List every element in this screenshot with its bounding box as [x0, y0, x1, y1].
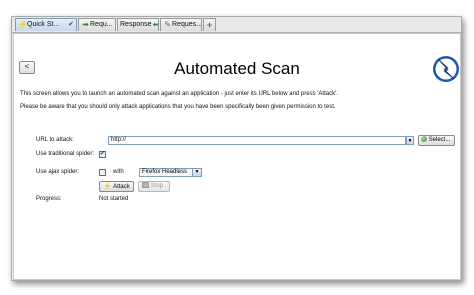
select-button[interactable]: Select...	[418, 135, 455, 146]
stop-button[interactable]: Stop	[138, 181, 170, 192]
progress-status: Not started	[99, 196, 129, 202]
checkmark-icon: ✔	[100, 151, 106, 157]
ajax-spider-label: Use ajax spider:	[36, 169, 80, 175]
tab-bar: ⚡Quick St... ✔ ➡Requ... Response⬅ ✎Reque…	[12, 17, 461, 33]
arrow-left-icon: ⬅	[152, 20, 159, 29]
url-label: URL to attack:	[36, 137, 74, 143]
traditional-spider-label: Use traditional spider:	[36, 151, 95, 157]
plus-icon: +	[206, 20, 213, 30]
tab-request[interactable]: ➡Requ...	[78, 18, 116, 31]
ajax-spider-checkbox[interactable]	[99, 169, 106, 176]
app-window: ⚡Quick St... ✔ ➡Requ... Response⬅ ✎Reque…	[11, 16, 462, 281]
stop-icon	[142, 182, 149, 189]
traditional-spider-checkbox[interactable]: ✔	[99, 151, 106, 158]
tab-quick-start[interactable]: ⚡Quick St... ✔	[15, 18, 77, 31]
tab-request-editor[interactable]: ✎Reques...	[160, 18, 202, 31]
pencil-icon: ✎	[164, 20, 171, 29]
url-dropdown-button[interactable]: ▼	[406, 136, 414, 145]
description-text: This screen allows you to launch an auto…	[20, 91, 338, 97]
quick-start-panel: < Automated Scan This screen allows you …	[13, 33, 461, 280]
page-title: Automated Scan	[174, 59, 300, 78]
zap-logo-icon	[433, 56, 459, 82]
chevron-down-icon: ▼	[407, 138, 413, 144]
globe-icon	[421, 136, 427, 143]
arrow-right-icon: ➡	[82, 20, 89, 29]
tab-add[interactable]: +	[203, 18, 216, 31]
lightning-icon: ⚡	[18, 20, 28, 29]
browser-select[interactable]: Firefox Headless ▼	[139, 168, 202, 177]
pin-icon[interactable]: ✔	[68, 19, 74, 31]
progress-label: Progress:	[36, 196, 62, 202]
lightning-icon: ⚡	[103, 183, 112, 190]
chevron-down-icon: ▼	[192, 169, 201, 176]
tab-response[interactable]: Response⬅	[117, 18, 159, 31]
with-label: with	[113, 169, 124, 175]
url-input[interactable]: http://	[108, 136, 406, 145]
warning-text: Please be aware that you should only att…	[20, 104, 336, 110]
attack-button[interactable]: ⚡ Attack	[99, 181, 134, 192]
